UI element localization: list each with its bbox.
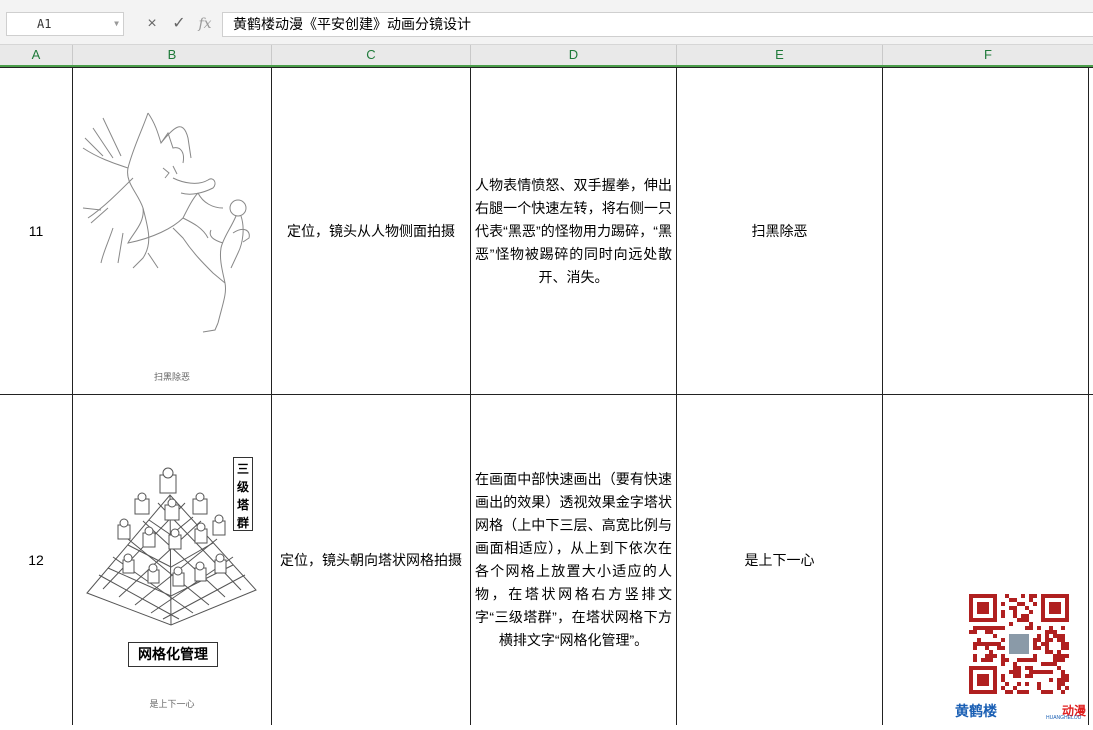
camera-cell[interactable]: 定位，镜头朝向塔状网格拍摄 <box>272 395 470 725</box>
column-header-d[interactable]: D <box>471 45 677 65</box>
formula-input[interactable]: 黄鹤楼动漫《平安创建》动画分镜设计 <box>222 12 1093 37</box>
column-header-b[interactable]: B <box>73 45 272 65</box>
sketch-horizontal-label: 网格化管理 <box>128 642 218 667</box>
qr-code <box>969 594 1069 694</box>
description-cell[interactable]: 人物表情愤怒、双手握拳，伸出右腿一个快速左转，将右侧一只代表“黑恶”的怪物用力踢… <box>471 68 676 394</box>
subtitle-cell[interactable]: 是上下一心 <box>677 395 882 725</box>
row-number-cell[interactable]: 11 <box>0 68 72 394</box>
sketch-caption: 扫黑除恶 <box>153 372 190 382</box>
name-box-value: A1 <box>37 17 52 31</box>
chevron-down-icon[interactable]: ▼ <box>114 13 119 35</box>
name-box[interactable]: A1 ▼ <box>6 12 124 36</box>
grid-line <box>1088 67 1089 725</box>
storyboard-sketch-kick[interactable] <box>73 68 271 394</box>
column-header-f[interactable]: F <box>883 45 1093 65</box>
row-number-cell[interactable]: 12 <box>0 395 72 725</box>
sketch-vertical-label: 三级塔群 <box>233 457 253 531</box>
brand-watermark: 黄鹤楼 <box>955 703 997 719</box>
column-header-a[interactable]: A <box>0 45 73 65</box>
camera-cell[interactable]: 定位，镜头从人物侧面拍摄 <box>272 68 470 394</box>
empty-cell[interactable] <box>883 68 1088 394</box>
insert-function-icon[interactable]: fx <box>194 12 216 36</box>
column-header-e[interactable]: E <box>677 45 883 65</box>
cancel-icon[interactable]: × <box>141 12 163 36</box>
formula-bar: A1 ▼ × ✓ fx 黄鹤楼动漫《平安创建》动画分镜设计 <box>0 0 1093 45</box>
qr-code-icon <box>969 594 1069 694</box>
subtitle-cell[interactable]: 扫黑除恶 <box>677 68 882 394</box>
description-cell[interactable]: 在画面中部快速画出（要有快速画出的效果）透视效果金字塔状网格（上中下三层、高宽比… <box>471 395 676 725</box>
pyramid-grid-sketch <box>86 467 257 626</box>
confirm-icon[interactable]: ✓ <box>168 12 190 36</box>
monster-kick-sketch <box>82 112 250 333</box>
storyboard-sketch-pyramid[interactable] <box>73 395 271 725</box>
brand-watermark-latin: HUANGHELOU <box>1046 715 1082 721</box>
sketch-caption: 是上下一心 <box>149 699 195 709</box>
column-header-c[interactable]: C <box>272 45 471 65</box>
